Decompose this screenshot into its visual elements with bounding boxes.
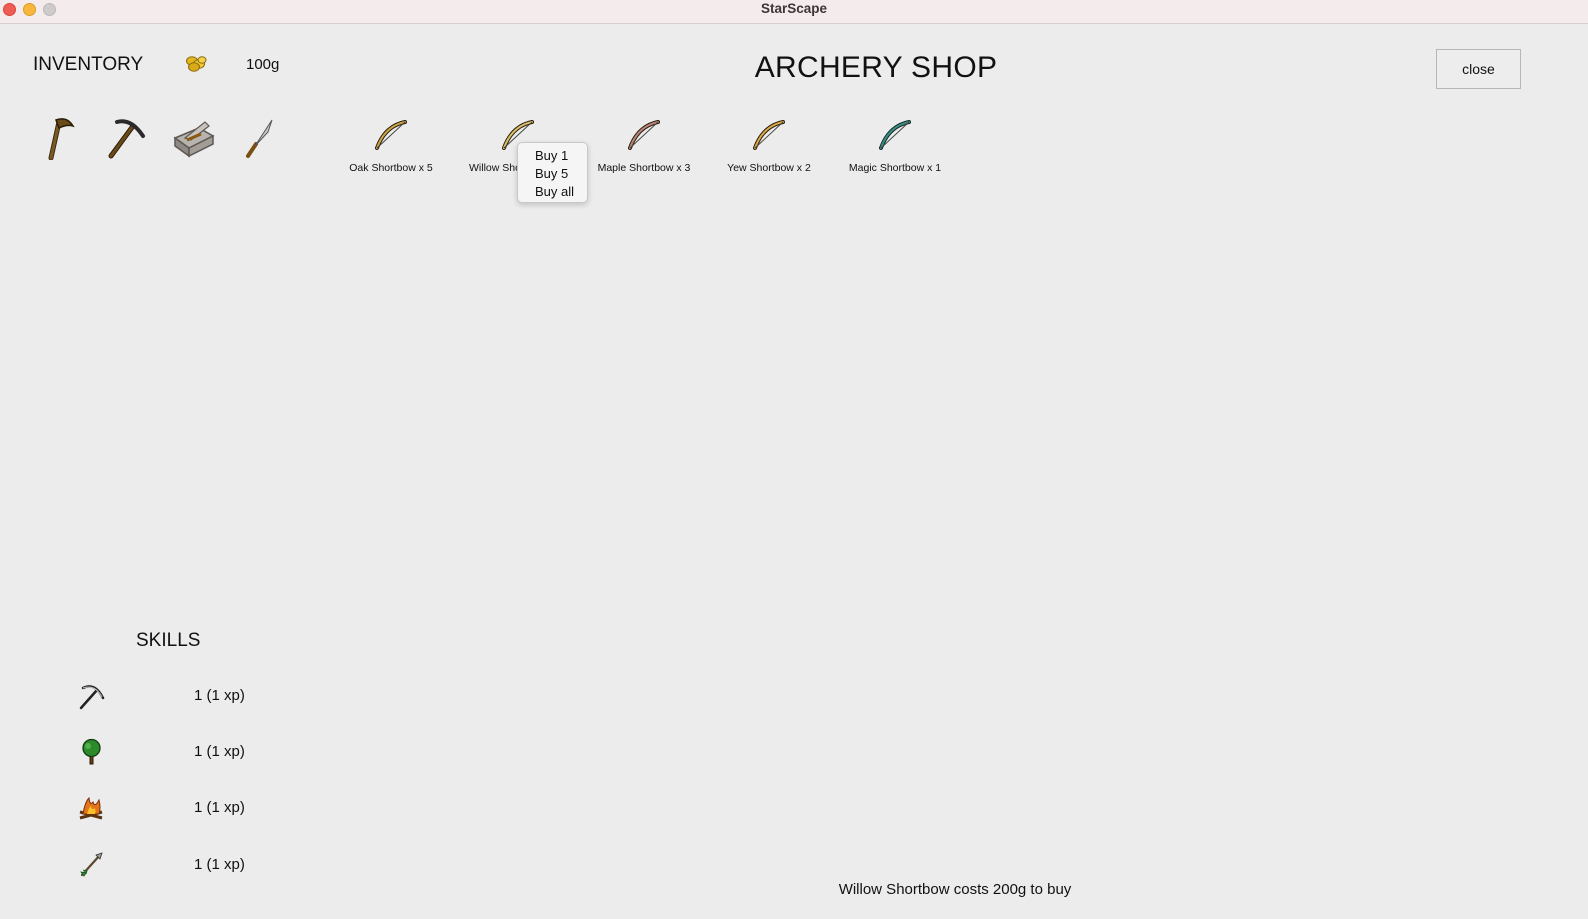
skill-fletching-value: 1 (1 xp) (194, 856, 245, 873)
shop-item-label: Magic Shortbow x 1 (848, 162, 942, 174)
window-titlebar: StarScape (0, 0, 1588, 24)
skill-firemaking-value: 1 (1 xp) (194, 799, 245, 816)
maple-shortbow-icon (628, 120, 660, 150)
inventory-slot-3[interactable] (171, 114, 215, 160)
mining-pickaxe-icon (79, 685, 105, 710)
menu-item-buy-all[interactable]: Buy all (518, 183, 587, 201)
fletching-arrow-icon (80, 852, 103, 877)
skills-label: SKILLS (136, 630, 201, 651)
woodcutting-tree-icon (82, 738, 101, 765)
shop-item-label: Yew Shortbow x 2 (727, 162, 811, 174)
tinderbox-icon (173, 121, 215, 158)
shop-item-oak-shortbow[interactable]: Oak Shortbow x 5 (331, 118, 451, 174)
menu-item-buy-5[interactable]: Buy 5 (518, 165, 587, 183)
menu-item-buy-1[interactable]: Buy 1 (518, 147, 587, 165)
skill-mining-value: 1 (1 xp) (194, 687, 245, 704)
shop-item-label: Oak Shortbow x 5 (349, 162, 433, 174)
window-title: StarScape (760, 1, 828, 16)
inventory-slot-2[interactable] (103, 114, 147, 160)
shop-item-label: Maple Shortbow x 3 (597, 162, 691, 174)
hatchet-icon (48, 118, 75, 161)
skill-woodcutting-value: 1 (1 xp) (194, 743, 245, 760)
status-message: Willow Shortbow costs 200g to buy (838, 881, 1072, 898)
magic-shortbow-icon (879, 120, 911, 150)
knife-icon (246, 119, 273, 158)
shop-item-maple-shortbow[interactable]: Maple Shortbow x 3 (584, 118, 704, 174)
yew-shortbow-icon (753, 120, 785, 150)
inventory-slot-4[interactable] (238, 114, 282, 160)
shop-item-yew-shortbow[interactable]: Yew Shortbow x 2 (709, 118, 829, 174)
shop-title: ARCHERY SHOP (754, 51, 998, 84)
oak-shortbow-icon (375, 120, 407, 150)
close-button[interactable]: close (1436, 49, 1521, 89)
firemaking-fire-icon (79, 796, 103, 820)
inventory-slot-1[interactable] (37, 114, 81, 161)
buy-context-menu: Buy 1 Buy 5 Buy all (517, 142, 588, 203)
shop-item-magic-shortbow[interactable]: Magic Shortbow x 1 (835, 118, 955, 174)
pickaxe-icon (108, 119, 145, 159)
